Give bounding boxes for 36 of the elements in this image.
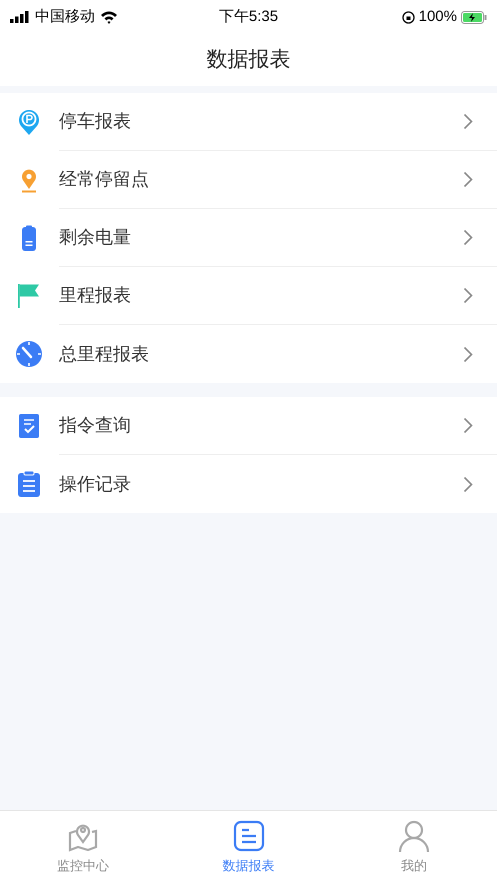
battery-percent: 100% [418,6,457,27]
wifi-icon [100,10,118,24]
menu-item-label: 停车报表 [59,110,132,133]
menu-item[interactable]: 指令查询 [0,397,497,455]
clipboard-icon [15,470,43,498]
menu-item-label: 总里程报表 [59,342,150,366]
chevron-right-icon [463,346,473,362]
carrier-name: 中国移动 [35,6,95,27]
chevron-right-icon [463,287,473,304]
menu-item-label: 剩余电量 [59,226,132,249]
menu-item-label: 经常停留点 [59,168,150,191]
document-icon [232,818,266,853]
gauge-icon [15,340,43,368]
menu-item[interactable]: 经常停留点 [0,151,497,209]
menu-item[interactable]: 总里程报表 [0,325,497,383]
tab-item[interactable]: 数据报表 [166,811,332,883]
menu-item-label: 里程报表 [59,284,132,307]
signal-icon [10,11,30,23]
battery-charging-icon [460,10,487,24]
status-time: 下午5:35 [218,6,278,27]
rotation-lock-icon [402,10,415,24]
menu-item[interactable]: 剩余电量 [0,209,497,267]
menu-item[interactable]: 停车报表 [0,93,497,151]
menu-item[interactable]: 操作记录 [0,455,497,513]
chevron-right-icon [463,171,473,188]
chevron-right-icon [463,417,473,434]
tab-item[interactable]: 我的 [331,811,497,883]
tab-item[interactable]: 监控中心 [0,811,166,883]
person-icon [397,818,432,853]
menu-item[interactable]: 里程报表 [0,267,497,325]
menu-item-label: 指令查询 [59,414,132,437]
menu-item-label: 操作记录 [59,472,132,496]
page-title: 数据报表 [206,47,290,74]
chevron-right-icon [463,476,473,492]
chevron-right-icon [463,229,473,246]
chevron-right-icon [463,113,473,130]
